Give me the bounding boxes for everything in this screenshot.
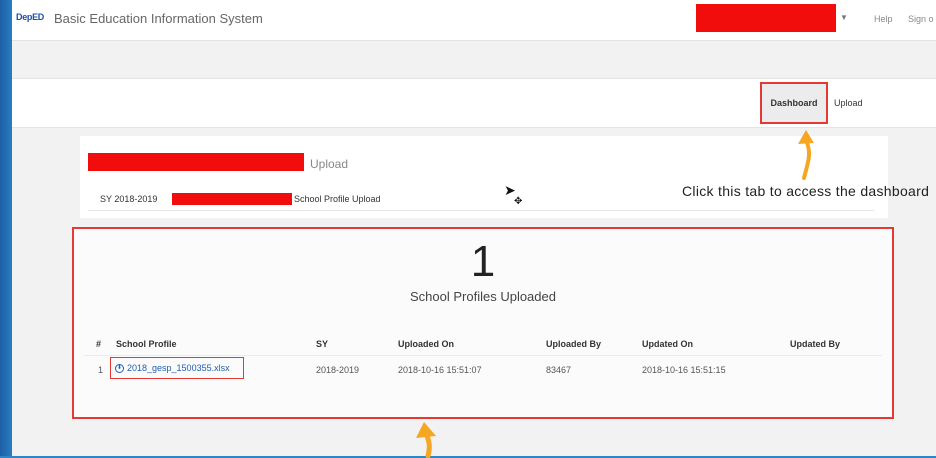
column-header-sy: SY xyxy=(316,339,329,349)
move-cursor-icon: ✥ xyxy=(514,196,523,207)
school-year-label: SY 2018-2019 xyxy=(100,194,158,204)
table-divider xyxy=(84,355,882,356)
file-name[interactable]: 2018_gesp_1500355.xlsx xyxy=(127,363,230,373)
row-sy: 2018-2019 xyxy=(316,365,360,375)
table-row-number: 1 xyxy=(98,365,104,375)
uploaded-count: 1 xyxy=(470,237,496,286)
app-title: Basic Education Information System xyxy=(54,11,263,26)
school-profile-file-link[interactable]: ⬇ 2018_gesp_1500355.xlsx xyxy=(110,357,244,379)
tab-dashboard[interactable]: Dashboard xyxy=(760,82,828,124)
download-icon: ⬇ xyxy=(115,363,124,373)
callout-text: Click this tab to access the dashboard xyxy=(682,183,930,199)
column-header-updated-on: Updated On xyxy=(642,339,693,349)
upload-panel: Upload SY 2018-2019 School Profile Uploa… xyxy=(80,136,888,218)
column-header-uploaded-by: Uploaded By xyxy=(546,339,602,349)
column-header-updated-by: Updated By xyxy=(790,339,841,349)
column-header-uploaded-on: Uploaded On xyxy=(398,339,454,349)
tab-upload[interactable]: Upload xyxy=(834,98,863,108)
redacted-school-id xyxy=(172,193,292,205)
deped-logo: DepED xyxy=(16,12,45,22)
redacted-school-name xyxy=(88,153,304,171)
results-arrow-up-icon xyxy=(416,422,436,458)
uploaded-count-label: School Profiles Uploaded xyxy=(410,289,556,304)
row-updated-on: 2018-10-16 15:51:15 xyxy=(642,365,726,375)
redacted-user-name[interactable] xyxy=(696,4,836,32)
row-uploaded-by: 83467 xyxy=(546,365,572,375)
top-navbar: DepED Basic Education Information System… xyxy=(12,0,936,41)
upload-heading: Upload xyxy=(310,157,349,171)
help-link[interactable]: Help xyxy=(874,14,893,24)
callout-arrow-up-icon xyxy=(798,130,814,180)
sign-out-link[interactable]: Sign o xyxy=(908,14,934,24)
column-header-num: # xyxy=(96,339,102,349)
tab-bar: Dashboard Upload xyxy=(12,78,936,128)
upload-type-label: School Profile Upload xyxy=(294,194,381,204)
dashboard-results-panel: 1 School Profiles Uploaded # School Prof… xyxy=(72,227,894,419)
column-header-school-profile: School Profile xyxy=(116,339,177,349)
row-uploaded-on: 2018-10-16 15:51:07 xyxy=(398,365,482,375)
user-dropdown-caret-icon[interactable]: ▼ xyxy=(840,13,848,22)
